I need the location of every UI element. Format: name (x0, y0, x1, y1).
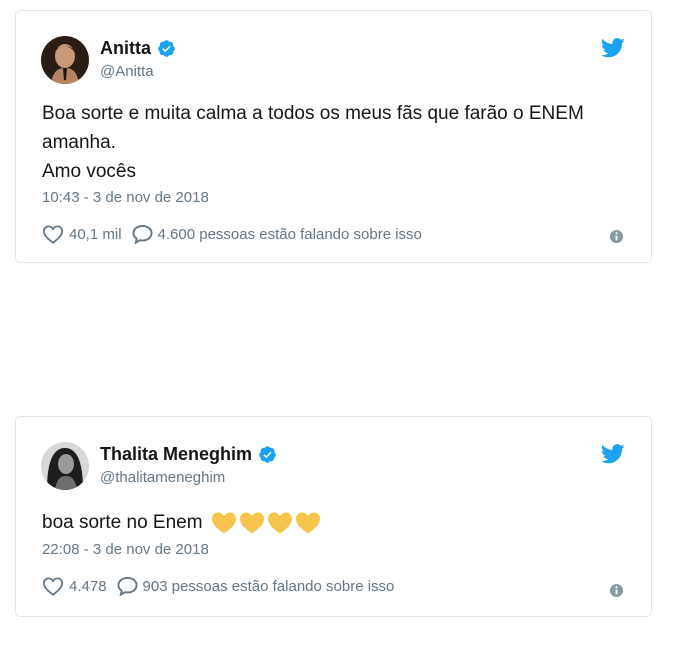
tweet-text-line: Boa sorte e muita calma a todos os meus … (42, 103, 584, 153)
display-name[interactable]: Thalita Meneghim (100, 444, 252, 465)
like-count: 4.478 (69, 577, 107, 595)
yellow-heart-icon (295, 512, 320, 533)
tweet-card[interactable]: Anitta @Anitta Boa sorte e muita calma a… (15, 10, 652, 263)
reply-button[interactable]: 903 pessoas estão falando sobre isso (117, 576, 395, 596)
avatar[interactable] (41, 442, 89, 490)
tweet-text: boa sorte no Enem (42, 508, 632, 537)
tweet-card[interactable]: Thalita Meneghim @thalitameneghim boa so… (15, 416, 652, 617)
yellow-heart-icon (239, 512, 264, 533)
avatar[interactable] (41, 36, 89, 84)
info-icon[interactable] (609, 583, 624, 598)
timestamp[interactable]: 10:43 - 3 de nov de 2018 (42, 189, 209, 206)
tweet-actions: 4.478 903 pessoas estão falando sobre is… (42, 576, 394, 596)
user-handle[interactable]: @thalitameneghim (100, 469, 225, 486)
tweet-actions: 40,1 mil 4.600 pessoas estão falando sob… (42, 224, 422, 244)
speech-bubble-icon (132, 224, 153, 244)
twitter-bird-icon[interactable] (601, 38, 625, 58)
yellow-heart-icon (211, 512, 236, 533)
heart-outline-icon (42, 225, 64, 244)
tweet-text: Boa sorte e muita calma a todos os meus … (42, 99, 632, 186)
like-button[interactable]: 40,1 mil (42, 224, 122, 244)
verified-badge-icon (158, 40, 175, 57)
display-name[interactable]: Anitta (100, 38, 151, 59)
user-name[interactable]: Thalita Meneghim (100, 444, 277, 465)
reply-button[interactable]: 4.600 pessoas estão falando sobre isso (132, 224, 422, 244)
user-handle[interactable]: @Anitta (100, 63, 154, 80)
emoji-group (211, 511, 323, 535)
twitter-bird-icon[interactable] (601, 444, 625, 464)
timestamp[interactable]: 22:08 - 3 de nov de 2018 (42, 541, 209, 558)
reply-count: 4.600 pessoas estão falando sobre isso (157, 225, 422, 243)
like-count: 40,1 mil (69, 225, 122, 243)
tweet-text-line: boa sorte no Enem (42, 512, 203, 533)
verified-badge-icon (259, 446, 276, 463)
heart-outline-icon (42, 577, 64, 596)
reply-count: 903 pessoas estão falando sobre isso (142, 577, 395, 595)
yellow-heart-icon (267, 512, 292, 533)
speech-bubble-icon (117, 576, 138, 596)
tweet-text-line: Amo vocês (42, 161, 136, 182)
user-name[interactable]: Anitta (100, 38, 176, 59)
like-button[interactable]: 4.478 (42, 576, 107, 596)
info-icon[interactable] (609, 229, 624, 244)
